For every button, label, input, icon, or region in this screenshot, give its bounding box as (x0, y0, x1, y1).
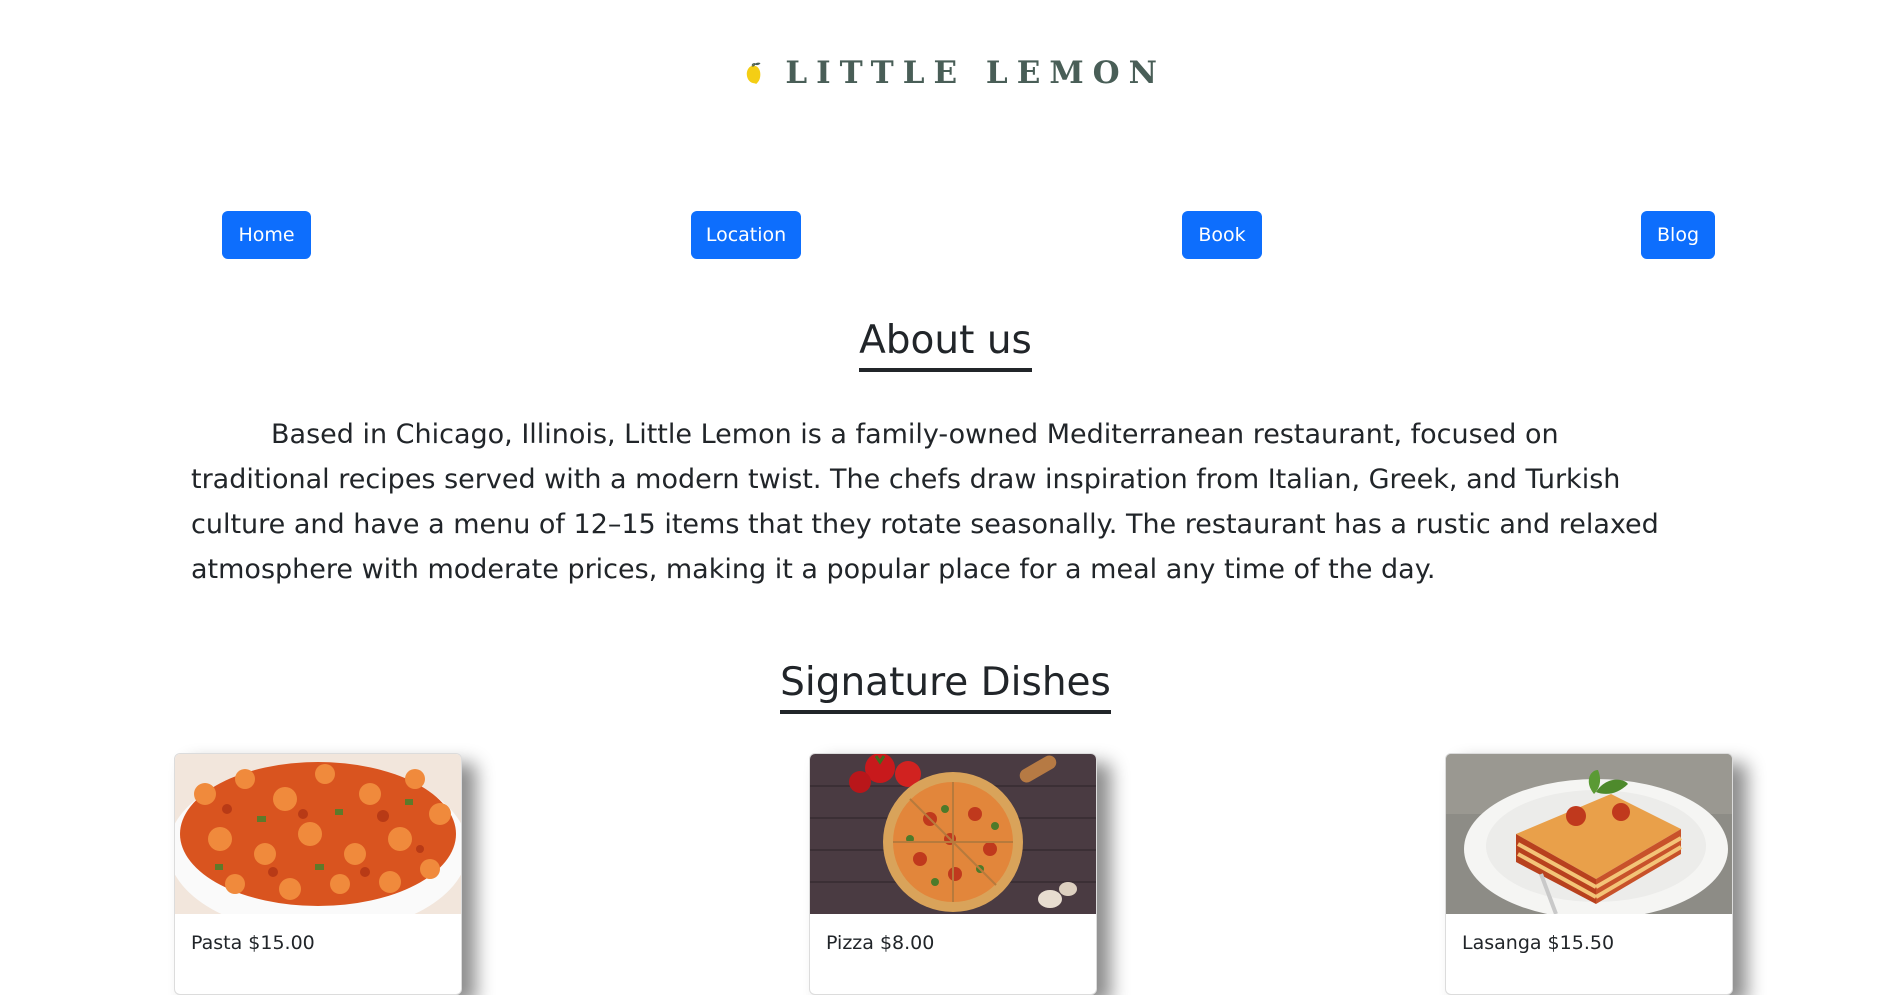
pasta-photo (175, 754, 461, 914)
signature-dishes-heading: Signature Dishes (0, 660, 1891, 714)
dish-caption: Pasta $15.00 (191, 932, 315, 954)
nav-blog-button[interactable]: Blog (1641, 211, 1715, 259)
dish-caption: Lasanga $15.50 (1462, 932, 1615, 954)
dish-card-pizza[interactable]: Pizza $8.00 (809, 753, 1097, 995)
about-paragraph: Based in Chicago, Illinois, Little Lemon… (191, 419, 1659, 585)
about-heading-text: About us (859, 318, 1032, 372)
about-heading: About us (0, 318, 1891, 372)
dish-card-lasagna[interactable]: Lasanga $15.50 (1445, 753, 1733, 995)
dish-card-pasta[interactable]: Pasta $15.00 (174, 753, 462, 995)
nav-home-button[interactable]: Home (222, 211, 311, 259)
dish-caption: Pizza $8.00 (826, 932, 935, 954)
lemon-icon (746, 62, 761, 84)
pizza-photo (810, 754, 1096, 914)
nav-location-button[interactable]: Location (691, 211, 801, 259)
signature-dishes-heading-text: Signature Dishes (780, 660, 1111, 714)
brand-name: LITTLE LEMON (785, 55, 1166, 91)
site-logo[interactable]: LITTLE LEMON (746, 18, 1166, 128)
nav-book-button[interactable]: Book (1182, 211, 1262, 259)
lasagna-photo (1446, 754, 1732, 914)
